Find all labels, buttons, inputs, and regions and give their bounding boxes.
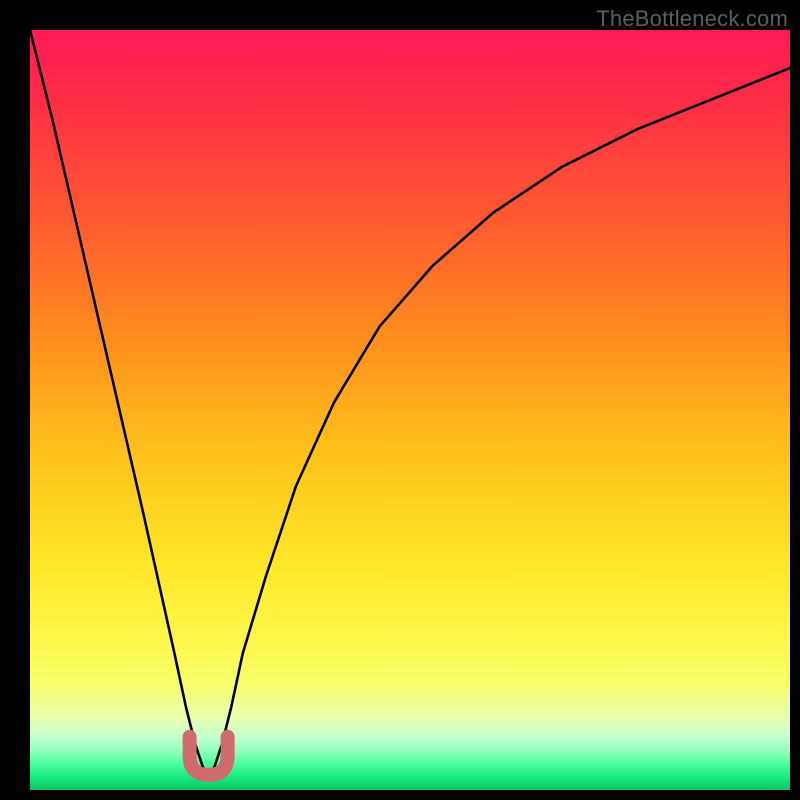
bottleneck-plot bbox=[30, 30, 790, 790]
watermark-text: TheBottleneck.com bbox=[596, 6, 788, 32]
gradient-background bbox=[30, 30, 790, 790]
chart-frame: TheBottleneck.com bbox=[0, 0, 800, 800]
